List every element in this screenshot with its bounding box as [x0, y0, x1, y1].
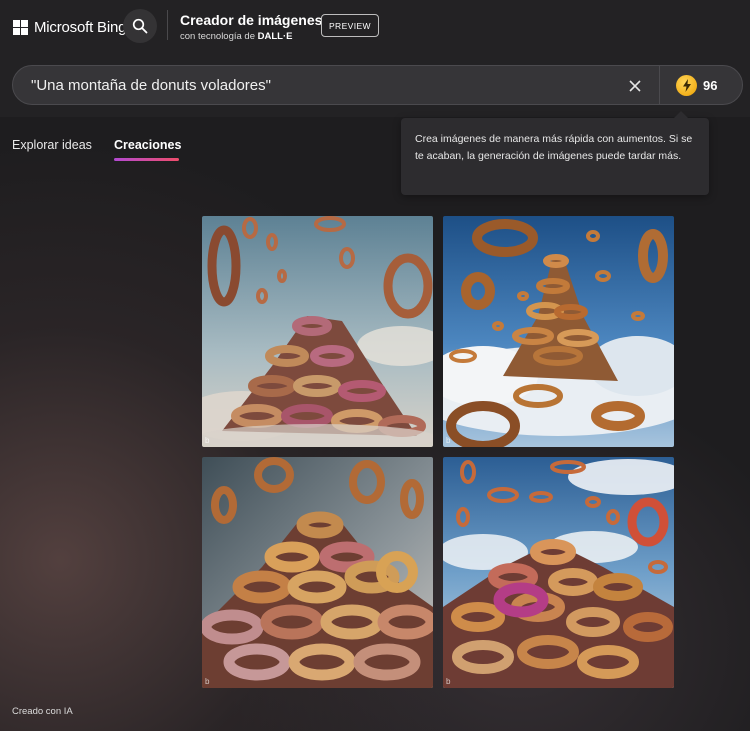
donut-mountain-image: [443, 457, 674, 688]
created-with-ai-label: Creado con IA: [12, 706, 73, 717]
generated-image-1[interactable]: b: [202, 216, 433, 447]
boosts-counter[interactable]: 96: [676, 74, 717, 96]
bing-watermark-icon: b: [205, 436, 210, 445]
brand-label: Microsoft Bing: [34, 18, 127, 36]
donut-mountain-image: [202, 457, 433, 688]
search-button[interactable]: [123, 9, 157, 43]
boosts-count: 96: [703, 77, 718, 93]
generated-image-3[interactable]: b: [202, 457, 433, 688]
microsoft-logo-icon: [13, 19, 28, 35]
tab-explore-ideas[interactable]: Explorar ideas: [12, 138, 92, 152]
close-icon: [629, 80, 641, 92]
search-icon: [132, 18, 148, 34]
donut-mountain-image: [202, 216, 433, 447]
clear-prompt-button[interactable]: [625, 76, 645, 96]
active-tab-indicator: [114, 158, 179, 161]
bing-watermark-icon: b: [205, 677, 210, 686]
subtitle-prefix: con tecnología de: [180, 31, 258, 42]
app-title-block: Creador de imágenes con tecnología de DA…: [180, 12, 322, 42]
page-title: Creador de imágenes: [180, 12, 323, 28]
search-bar-divider: [659, 66, 660, 104]
lightning-coin-icon: [676, 74, 697, 96]
boosts-tooltip: Crea imágenes de manera más rápida con a…: [401, 111, 709, 195]
preview-button[interactable]: PREVIEW: [321, 14, 379, 37]
donut-mountain-image: [443, 216, 674, 447]
prompt-search-bar[interactable]: "Una montaña de donuts voladores" 96: [12, 65, 743, 105]
bing-brand-link[interactable]: Microsoft Bing: [13, 17, 126, 37]
bing-watermark-icon: b: [446, 436, 451, 445]
top-header: Microsoft Bing Creador de imágenes con t…: [0, 0, 750, 117]
bing-watermark-icon: b: [446, 677, 451, 686]
page-subtitle: con tecnología de DALL·E: [180, 31, 322, 42]
prompt-input[interactable]: "Una montaña de donuts voladores": [31, 77, 271, 94]
generated-image-4[interactable]: b: [443, 457, 674, 688]
tab-creations[interactable]: Creaciones: [114, 138, 181, 152]
subtitle-dalle: DALL·E: [257, 31, 293, 42]
header-divider: [167, 10, 168, 40]
generated-image-2[interactable]: b: [443, 216, 674, 447]
